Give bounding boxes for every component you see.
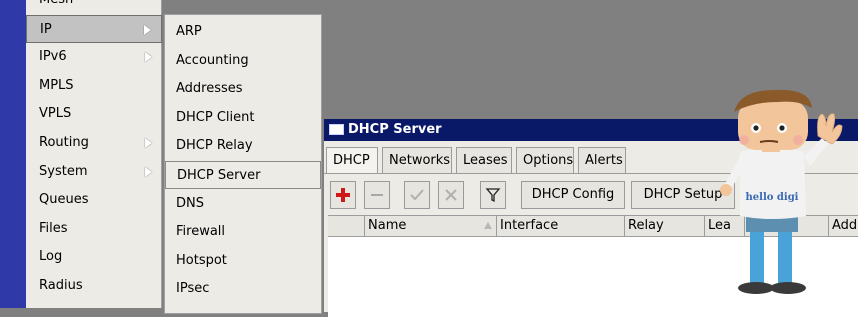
column-header-blank[interactable] bbox=[328, 216, 364, 236]
menu-item-label: IPv6 bbox=[39, 49, 67, 65]
menu-item-label: Queues bbox=[39, 192, 89, 208]
submenu-item-dhcp-client[interactable]: DHCP Client bbox=[165, 104, 321, 132]
column-name-label: Name bbox=[368, 218, 407, 233]
menu-item-files[interactable]: Files bbox=[26, 215, 162, 243]
mascot-shirt-text: hello digi bbox=[746, 192, 799, 203]
tab-options[interactable]: Options bbox=[516, 147, 574, 173]
menu-item-label: IP bbox=[40, 21, 52, 37]
menu-item-label: Radius bbox=[39, 278, 83, 293]
tab-dhcp[interactable]: DHCP bbox=[326, 147, 378, 174]
submenu-arrow-icon bbox=[145, 138, 152, 148]
menu-item-vpls[interactable]: VPLS bbox=[26, 100, 162, 128]
menu-item-queues[interactable]: Queues bbox=[26, 186, 162, 214]
remove-button[interactable] bbox=[364, 181, 390, 209]
submenu-item-ipsec[interactable]: IPsec bbox=[165, 275, 321, 303]
mascot-illustration: hello digi bbox=[720, 89, 843, 294]
submenu-item-arp[interactable]: ARP bbox=[165, 18, 321, 46]
tab-leases[interactable]: Leases bbox=[456, 147, 512, 173]
menu-item-system[interactable]: System bbox=[26, 158, 162, 186]
submenu-item-firewall[interactable]: Firewall bbox=[165, 218, 321, 246]
column-header-name[interactable]: Name bbox=[364, 216, 496, 236]
tab-alerts[interactable]: Alerts bbox=[578, 147, 626, 173]
submenu-arrow-icon bbox=[144, 24, 151, 35]
disable-button[interactable] bbox=[438, 181, 464, 209]
menu-item-log[interactable]: Log bbox=[26, 243, 162, 271]
submenu-arrow-icon bbox=[145, 166, 152, 177]
ip-submenu: ARP Accounting Addresses DHCP Client DHCP Re… bbox=[164, 14, 322, 314]
menu-item-label: VPLS bbox=[39, 106, 72, 122]
add-button[interactable] bbox=[330, 181, 356, 209]
submenu-item-hotspot[interactable]: Hotspot bbox=[165, 247, 321, 275]
minus-icon bbox=[371, 194, 383, 196]
menu-item-label: Log bbox=[39, 249, 63, 265]
submenu-item-dhcp-server[interactable]: DHCP Server bbox=[165, 161, 321, 189]
submenu-item-addresses[interactable]: Addresses bbox=[165, 75, 321, 103]
filter-button[interactable] bbox=[480, 181, 506, 209]
submenu-item-dns[interactable]: DNS bbox=[165, 190, 321, 218]
menu-item-ip[interactable]: IP bbox=[26, 14, 162, 43]
submenu-item-dhcp-relay[interactable]: DHCP Relay bbox=[165, 132, 321, 160]
menu-item-label: System bbox=[39, 163, 88, 179]
filter-icon bbox=[485, 188, 501, 203]
check-icon bbox=[410, 189, 424, 201]
window-title: DHCP Server bbox=[348, 122, 442, 137]
menu-item-radius[interactable]: Radius bbox=[26, 272, 162, 300]
enable-button[interactable] bbox=[404, 181, 430, 209]
menu-item-label: Routing bbox=[39, 135, 89, 150]
menu-item-routing[interactable]: Routing bbox=[26, 129, 162, 157]
left-sidebar-strip bbox=[0, 0, 26, 308]
dhcp-config-button[interactable]: DHCP Config bbox=[521, 181, 625, 209]
main-menu: Mesh IP IPv6 MPLS VPLS Routing System Queues Fil… bbox=[26, 0, 162, 308]
x-icon bbox=[445, 189, 457, 201]
menu-item-mesh[interactable]: Mesh bbox=[26, 0, 162, 14]
menu-item-label: MPLS bbox=[39, 77, 74, 93]
menu-item-label: Mesh bbox=[39, 0, 73, 7]
submenu-arrow-icon bbox=[145, 52, 152, 63]
submenu-item-accounting[interactable]: Accounting bbox=[165, 47, 321, 75]
window-icon bbox=[329, 124, 344, 135]
column-header-relay[interactable]: Relay bbox=[624, 216, 704, 236]
column-header-interface[interactable]: Interface bbox=[496, 216, 624, 236]
menu-item-ipv6[interactable]: IPv6 bbox=[26, 43, 162, 71]
sort-ascending-icon bbox=[484, 222, 492, 229]
menu-item-label: Files bbox=[39, 220, 68, 236]
plus-icon bbox=[336, 188, 350, 202]
menu-item-mpls[interactable]: MPLS bbox=[26, 72, 162, 100]
tab-networks[interactable]: Networks bbox=[382, 147, 452, 173]
